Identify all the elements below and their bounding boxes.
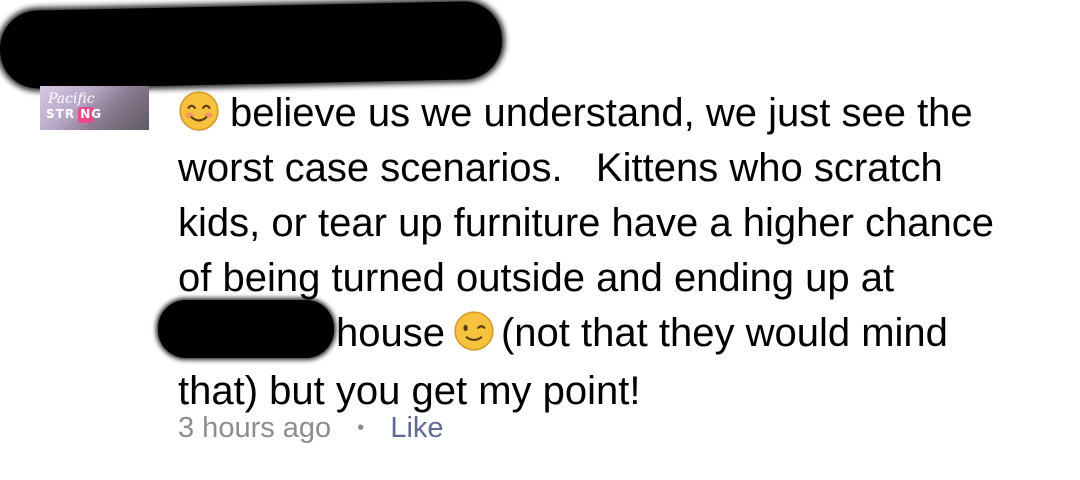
- comment-text: believe us we understand, we just see th…: [158, 86, 1058, 419]
- comment-line-1-text: believe us we understand, we just see th…: [230, 91, 973, 135]
- avatar[interactable]: Pacific STR NG: [40, 86, 149, 130]
- smiling-face-emoji: [179, 91, 219, 132]
- winking-face-emoji: [454, 311, 494, 352]
- comment-meta: 3 hours ago • Like: [178, 412, 444, 445]
- comment-line-2: worst case scenarios. Kittens who scratc…: [178, 146, 943, 190]
- avatar-logo-bottom: STR NG: [46, 107, 103, 121]
- redacted-name-inline: [158, 300, 334, 359]
- comment-line-5: house (not that they would mind: [158, 300, 1058, 364]
- comment-house-text: house: [336, 311, 445, 355]
- comment-line-4: of being turned outside and ending up at: [178, 256, 895, 300]
- timestamp[interactable]: 3 hours ago: [178, 412, 331, 444]
- comment-line-5-text: (not that they would mind: [500, 311, 948, 355]
- comment-line-1: believe us we understand, we just see th…: [178, 86, 1058, 141]
- redacted-author-name: [0, 0, 503, 90]
- avatar-logo-top: Pacific: [48, 91, 95, 107]
- comment-line-3: kids, or tear up furniture have a higher…: [178, 201, 995, 245]
- meta-separator: •: [357, 417, 365, 439]
- like-button[interactable]: Like: [390, 412, 443, 444]
